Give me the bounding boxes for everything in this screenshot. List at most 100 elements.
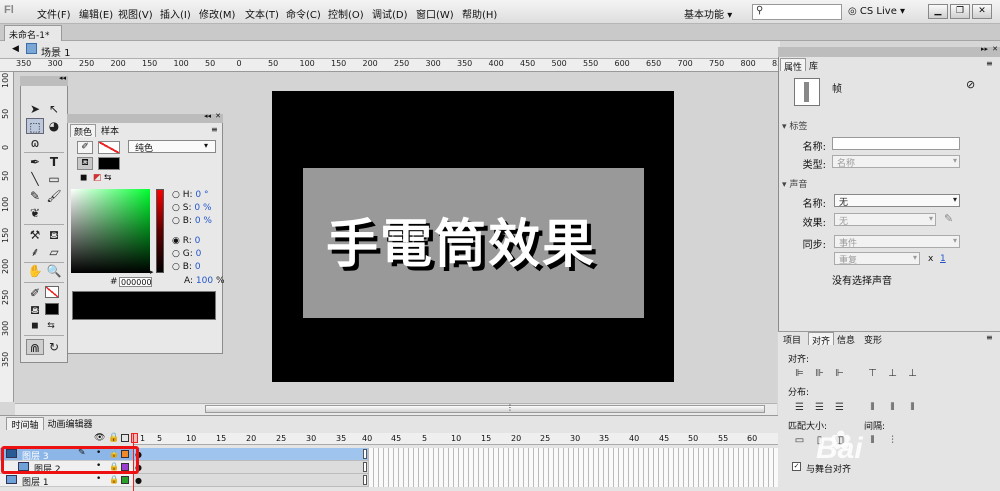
menu-item[interactable]: 插入(I): [160, 6, 191, 21]
rectangle-tool-icon[interactable]: ▭: [45, 171, 63, 187]
empty-frames[interactable]: [368, 448, 778, 461]
fill-color-swatch[interactable]: [45, 303, 59, 315]
layer-frames[interactable]: ●: [134, 461, 368, 474]
radio-icon[interactable]: ○: [172, 203, 180, 213]
bone-tool-icon[interactable]: ⚒: [26, 227, 44, 243]
eraser-tool-icon[interactable]: ▱: [45, 244, 63, 260]
fill-bucket-icon[interactable]: ⛾: [77, 157, 93, 170]
paint-bucket-tool-icon[interactable]: ⛾: [45, 227, 63, 243]
cs-live-button[interactable]: ◎ CS Live ▾: [848, 6, 905, 17]
menu-item[interactable]: 修改(M): [199, 6, 235, 21]
hand-tool-icon[interactable]: ✋: [26, 263, 44, 279]
collapse-icon[interactable]: ◂◂: [59, 74, 66, 82]
effect-select[interactable]: 无 ▾: [834, 213, 936, 227]
g-value[interactable]: 0: [196, 249, 202, 259]
align-button-icon[interactable]: ⊤: [866, 368, 879, 380]
distribute-button-icon[interactable]: ⦀: [886, 402, 899, 414]
menu-item[interactable]: 命令(C): [286, 6, 321, 21]
eye-icon[interactable]: 👁: [94, 433, 105, 443]
tab-project[interactable]: 项目: [780, 332, 804, 346]
subselection-tool-icon[interactable]: ↖: [45, 101, 63, 117]
distribute-button-icon[interactable]: ⦀: [866, 402, 879, 414]
layer-color-swatch[interactable]: [121, 476, 129, 484]
collapse-icon[interactable]: ▸▸: [981, 45, 988, 53]
swap-colors-icon[interactable]: ⇆: [104, 173, 112, 183]
b-value[interactable]: 0 %: [195, 216, 212, 226]
restore-button[interactable]: ❐: [950, 4, 970, 19]
repeat-select[interactable]: 重复 ▾: [834, 252, 920, 266]
close-icon[interactable]: ✕: [992, 45, 998, 53]
sound-section[interactable]: ▾ 声音: [782, 177, 807, 190]
align-button-icon[interactable]: ⊥: [886, 368, 899, 380]
pencil-tool-icon[interactable]: ✎: [26, 188, 44, 204]
brightness-slider[interactable]: [156, 189, 164, 273]
panel-menu-icon[interactable]: ≡: [986, 59, 993, 68]
tab-info[interactable]: 信息: [834, 332, 858, 346]
scrollbar-thumb[interactable]: ⋮: [205, 403, 765, 413]
tab-color[interactable]: 颜色: [70, 124, 96, 138]
color-picker-field[interactable]: [71, 189, 150, 273]
alpha-value[interactable]: 100: [196, 276, 213, 286]
minimize-button[interactable]: ▁: [928, 4, 948, 19]
close-button[interactable]: ✕: [972, 4, 992, 19]
align-button-icon[interactable]: ⊥: [906, 368, 919, 380]
pen-tool-icon[interactable]: ✒: [26, 154, 44, 170]
line-tool-icon[interactable]: ╲: [26, 171, 44, 187]
fill-type-select[interactable]: 纯色: [128, 140, 216, 154]
tab-timeline[interactable]: 时间轴: [6, 417, 44, 431]
tools-panel-header[interactable]: ◂◂: [20, 74, 68, 86]
document-tab[interactable]: 未命名-1* ✕: [4, 25, 62, 50]
edit-pencil-icon[interactable]: ✎: [944, 212, 953, 225]
selection-tool-icon[interactable]: ➤: [26, 101, 44, 117]
swap-colors-icon[interactable]: ⇆: [42, 318, 60, 334]
menu-item[interactable]: 调试(D): [372, 6, 408, 21]
panel-menu-icon[interactable]: ≡: [211, 125, 218, 134]
back-arrow-icon[interactable]: ◀: [12, 44, 19, 54]
collapse-icon[interactable]: ◂◂: [204, 112, 211, 120]
eyedropper-tool-icon[interactable]: ⸙: [26, 244, 44, 260]
text-tool-icon[interactable]: T: [45, 154, 63, 170]
fill-swatch[interactable]: [98, 157, 120, 170]
3d-rotation-tool-icon[interactable]: ◕: [45, 118, 63, 134]
help-icon[interactable]: ⊘: [966, 78, 975, 91]
menu-item[interactable]: 文件(F): [37, 6, 71, 21]
lock-dot-icon[interactable]: 🔒: [109, 475, 119, 484]
deco-tool-icon[interactable]: ❦: [26, 205, 44, 221]
stage-text[interactable]: 手電筒效果: [326, 202, 596, 277]
sound-name-select[interactable]: 无 ▾: [834, 194, 960, 208]
layer-name[interactable]: 图层 1: [22, 475, 49, 488]
default-colors-icon[interactable]: ◼: [80, 173, 87, 183]
distribute-button-icon[interactable]: ☰: [833, 402, 846, 414]
layer-row[interactable]: 图层 1 • 🔒: [0, 474, 134, 488]
brush-tool-icon[interactable]: 🖌: [45, 188, 63, 204]
lasso-tool-icon[interactable]: ɷ: [26, 135, 44, 151]
type-select[interactable]: 名称 ▾: [832, 155, 960, 169]
smooth-icon[interactable]: ↻: [45, 339, 63, 355]
stroke-swatch[interactable]: [98, 141, 120, 154]
align-button-icon[interactable]: ⊩: [833, 368, 846, 380]
stroke-color-swatch[interactable]: [45, 286, 59, 298]
stroke-pencil-icon[interactable]: ✐: [77, 141, 93, 154]
tab-swatches[interactable]: 样本: [97, 124, 123, 137]
frame-name-input[interactable]: [832, 137, 960, 150]
radio-icon[interactable]: ○: [172, 190, 180, 200]
layer-frames[interactable]: ●: [134, 448, 368, 461]
menu-item[interactable]: 帮助(H): [462, 6, 497, 21]
layer-frames[interactable]: ●: [134, 474, 368, 487]
tab-properties[interactable]: 属性: [780, 58, 807, 73]
tab-motion-editor[interactable]: 动画编辑器: [46, 417, 94, 430]
tab-align[interactable]: 对齐: [808, 332, 835, 347]
align-button-icon[interactable]: ⊫: [793, 368, 806, 380]
empty-frames[interactable]: [368, 474, 778, 487]
menu-item[interactable]: 窗口(W): [416, 6, 454, 21]
panel-menu-icon[interactable]: ≡: [986, 333, 993, 342]
s-value[interactable]: 0 %: [194, 203, 211, 213]
workspace-switcher[interactable]: 基本功能 ▾: [684, 3, 746, 21]
h-value[interactable]: 0 °: [195, 190, 208, 200]
lock-icon[interactable]: 🔒: [108, 433, 119, 443]
zoom-tool-icon[interactable]: 🔍: [45, 263, 63, 279]
radio-icon[interactable]: ○: [172, 216, 180, 226]
distribute-button-icon[interactable]: ☰: [793, 402, 806, 414]
slider-handle-icon[interactable]: ▸: [150, 268, 154, 276]
distribute-button-icon[interactable]: ⦀: [906, 402, 919, 414]
